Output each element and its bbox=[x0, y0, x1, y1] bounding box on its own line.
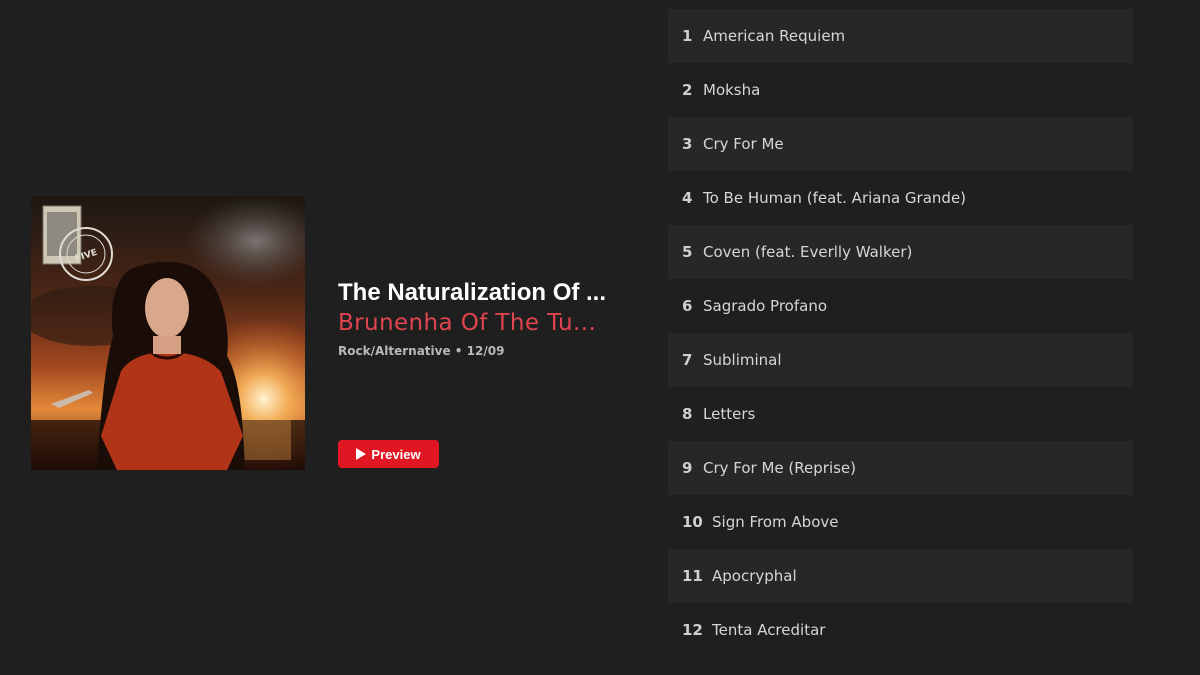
track-number: 2 bbox=[682, 81, 693, 99]
track-title: Cry For Me (Reprise) bbox=[703, 459, 857, 477]
track-number: 7 bbox=[682, 351, 693, 369]
track-row[interactable]: 6 Sagrado Profano bbox=[668, 279, 1133, 333]
track-row[interactable]: 7 Subliminal bbox=[668, 333, 1133, 387]
track-number: 12 bbox=[682, 621, 703, 639]
track-row[interactable]: 9 Cry For Me (Reprise) bbox=[668, 441, 1133, 495]
preview-button[interactable]: Preview bbox=[338, 440, 439, 468]
track-row[interactable]: 8 Letters bbox=[668, 387, 1133, 441]
album-info: The Naturalization Of ... Brunenha Of Th… bbox=[338, 278, 648, 360]
track-title: Letters bbox=[703, 405, 756, 423]
track-title: Cry For Me bbox=[703, 135, 784, 153]
track-number: 6 bbox=[682, 297, 693, 315]
track-row[interactable]: 1 American Requiem bbox=[668, 9, 1133, 63]
play-icon bbox=[356, 448, 367, 460]
track-title: Moksha bbox=[703, 81, 761, 99]
track-number: 4 bbox=[682, 189, 693, 207]
track-number: 1 bbox=[682, 27, 693, 45]
track-title: To Be Human (feat. Ariana Grande) bbox=[703, 189, 967, 207]
track-row[interactable]: 4 To Be Human (feat. Ariana Grande) bbox=[668, 171, 1133, 225]
album-page: FIVE The Naturalization Of ... Brunenha … bbox=[0, 0, 1200, 675]
album-cover: FIVE bbox=[31, 196, 305, 470]
track-title: Tenta Acreditar bbox=[712, 621, 826, 639]
track-title: Sign From Above bbox=[712, 513, 839, 531]
track-number: 10 bbox=[682, 513, 703, 531]
track-number: 11 bbox=[682, 567, 703, 585]
track-number: 8 bbox=[682, 405, 693, 423]
track-row[interactable]: 2 Moksha bbox=[668, 63, 1133, 117]
album-meta: Rock/Alternative • 12/09 bbox=[338, 344, 505, 358]
album-title: The Naturalization Of ... bbox=[338, 279, 607, 306]
track-row[interactable]: 5 Coven (feat. Everlly Walker) bbox=[668, 225, 1133, 279]
track-title: Subliminal bbox=[703, 351, 782, 369]
album-cover-art: FIVE bbox=[31, 196, 305, 470]
preview-label: Preview bbox=[371, 446, 421, 462]
track-title: Sagrado Profano bbox=[703, 297, 828, 315]
track-number: 3 bbox=[682, 135, 693, 153]
track-title: American Requiem bbox=[703, 27, 846, 45]
track-title: Coven (feat. Everlly Walker) bbox=[703, 243, 913, 261]
track-row[interactable]: 10 Sign From Above bbox=[668, 495, 1133, 549]
track-row[interactable]: 12 Tenta Acreditar bbox=[668, 603, 1133, 657]
track-number: 5 bbox=[682, 243, 693, 261]
album-artist[interactable]: Brunenha Of The Tu... bbox=[338, 308, 648, 338]
track-row[interactable]: 11 Apocryphal bbox=[668, 549, 1133, 603]
tracklist: 1 American Requiem 2 Moksha 3 Cry For Me… bbox=[668, 9, 1133, 657]
track-title: Apocryphal bbox=[712, 567, 797, 585]
track-number: 9 bbox=[682, 459, 693, 477]
track-row[interactable]: 3 Cry For Me bbox=[668, 117, 1133, 171]
